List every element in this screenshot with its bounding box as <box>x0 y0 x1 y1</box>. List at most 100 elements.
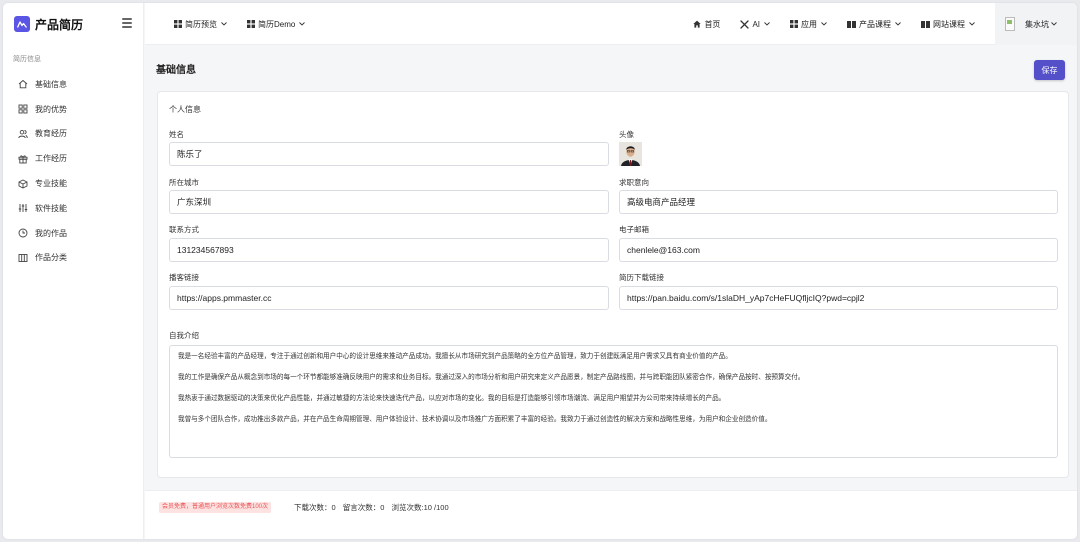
phone-input[interactable]: 131234567893 <box>169 238 609 262</box>
blog-link-label: 播客链接 <box>169 273 199 282</box>
nav-label: 简历Demo <box>258 19 296 29</box>
message-count: 留言次数：0 <box>342 503 385 512</box>
nav-label: AI <box>752 19 760 29</box>
nav-web-courses[interactable]: 网站课程 <box>921 19 975 30</box>
email-input[interactable]: chenlele@163.com <box>619 238 1058 262</box>
nav-apps[interactable]: 应用 <box>790 19 827 30</box>
app-window: 产品简历 简历信息 基础信息 我的优势 教育经历 工作经历 专业技能 软件技能 … <box>2 2 1078 540</box>
top-nav-left: 简历预览 简历Demo <box>174 3 325 45</box>
footer-bar: 会员免费，普通用户浏览次数免费100次 下载次数：0 留言次数：0 浏览次数:1… <box>145 490 1077 539</box>
view-count: 浏览次数:10 /100 <box>391 503 449 512</box>
users-icon <box>18 129 28 139</box>
book-icon <box>847 20 856 28</box>
intro-paragraph: 我的工作是确保产品从概念到市场的每一个环节都能够准确反映用户的需求和业务目标。我… <box>178 374 805 381</box>
grid-icon <box>174 20 182 28</box>
nav-label: 网站课程 <box>933 19 965 29</box>
grid-icon <box>18 104 28 114</box>
intro-paragraph: 我热衷于通过数据驱动的决策来优化产品性能，并通过敏捷的方法论来快速迭代产品，以应… <box>178 395 726 402</box>
sidebar-menu: 基础信息 我的优势 教育经历 工作经历 专业技能 软件技能 我的作品 作品分类 <box>3 72 143 270</box>
top-nav-right: 首页 AI 应用 产品课程 网站课程 集水坑 <box>693 3 1077 45</box>
nav-label: 应用 <box>801 19 817 29</box>
chevron-down-icon <box>221 22 227 26</box>
job-intent-input[interactable]: 高级电商产品经理 <box>619 190 1058 214</box>
sidebar-item-works[interactable]: 我的作品 <box>3 221 143 246</box>
portrait-photo <box>619 142 642 166</box>
nav-home[interactable]: 首页 <box>693 19 720 30</box>
sidebar-item-work[interactable]: 工作经历 <box>3 146 143 171</box>
intro-paragraph: 我是一名经验丰富的产品经理，专注于通过创新和用户中心的设计思维来推动产品成功。我… <box>178 353 732 360</box>
chevron-down-icon <box>764 22 770 26</box>
name-label: 姓名 <box>169 130 184 139</box>
user-name-wrap: 集水坑 <box>1025 19 1057 30</box>
chevron-down-icon <box>969 22 975 26</box>
home-icon <box>693 20 702 28</box>
nav-resume-demo[interactable]: 简历Demo <box>247 19 306 30</box>
top-navbar: 简历预览 简历Demo 首页 AI 应用 产品课程 网站课程 集水坑 <box>145 3 1077 45</box>
home-icon <box>18 79 28 89</box>
sliders-icon <box>18 203 28 213</box>
city-label: 所在城市 <box>169 178 199 187</box>
intro-textarea[interactable]: 我是一名经验丰富的产品经理，专注于通过创新和用户中心的设计思维来推动产品成功。我… <box>169 345 1058 458</box>
nav-label: 产品课程 <box>859 19 891 29</box>
columns-icon <box>18 253 28 263</box>
sidebar-item-label: 软件技能 <box>35 203 67 213</box>
chevron-down-icon <box>1051 22 1057 26</box>
sidebar-item-label: 专业技能 <box>35 179 67 189</box>
chevron-down-icon <box>895 22 901 26</box>
name-input[interactable]: 陈乐了 <box>169 142 609 166</box>
sidebar: 产品简历 简历信息 基础信息 我的优势 教育经历 工作经历 专业技能 软件技能 … <box>3 3 144 539</box>
sidebar-item-professional-skills[interactable]: 专业技能 <box>3 171 143 196</box>
user-name: 集水坑 <box>1025 19 1049 29</box>
section-title: 个人信息 <box>169 105 201 114</box>
brand-logo-icon <box>14 16 30 32</box>
save-button[interactable]: 保存 <box>1034 60 1065 80</box>
intro-paragraph: 我曾与多个团队合作，成功推出多款产品，并在产品生命周期管理、用户体验设计、技术协… <box>178 416 772 423</box>
avatar <box>1005 17 1015 31</box>
sidebar-item-label: 基础信息 <box>35 79 67 89</box>
sidebar-item-label: 作品分类 <box>35 253 67 263</box>
chevron-down-icon <box>299 22 306 26</box>
sidebar-item-work-categories[interactable]: 作品分类 <box>3 246 143 271</box>
basic-info-form: 个人信息 姓名 陈乐了 头像 所在城市 广东深圳 求职意向 高级电商产品经理 联… <box>157 91 1069 478</box>
sidebar-item-label: 我的作品 <box>35 228 67 238</box>
sidebar-item-label: 工作经历 <box>35 154 67 164</box>
resume-link-label: 简历下载链接 <box>619 273 664 282</box>
nav-resume-preview[interactable]: 简历预览 <box>174 19 227 30</box>
sidebar-item-education[interactable]: 教育经历 <box>3 122 143 147</box>
brand[interactable]: 产品简历 <box>14 15 83 33</box>
user-menu[interactable]: 集水坑 <box>995 3 1077 45</box>
blog-link-input[interactable]: https://apps.pmmaster.cc <box>169 286 609 310</box>
sidebar-item-label: 我的优势 <box>35 104 67 114</box>
nav-product-courses[interactable]: 产品课程 <box>847 19 901 30</box>
clock-icon <box>18 228 28 238</box>
sidebar-group-title: 简历信息 <box>13 56 41 63</box>
gift-icon <box>18 154 28 164</box>
page-title: 基础信息 <box>156 65 196 76</box>
nav-label: 简历预览 <box>185 19 217 29</box>
intro-label: 自我介绍 <box>169 331 199 340</box>
book-icon <box>921 20 930 28</box>
nav-label: 首页 <box>704 19 721 29</box>
city-input[interactable]: 广东深圳 <box>169 190 609 214</box>
brand-name: 产品简历 <box>35 17 84 32</box>
chevron-down-icon <box>821 22 827 26</box>
download-count: 下载次数：0 <box>294 503 336 512</box>
sidebar-item-label: 教育经历 <box>35 129 67 139</box>
tools-icon <box>740 19 750 29</box>
sidebar-item-strengths[interactable]: 我的优势 <box>3 97 143 122</box>
nav-ai[interactable]: AI <box>740 20 770 29</box>
email-label: 电子邮箱 <box>619 225 649 234</box>
sidebar-item-basic-info[interactable]: 基础信息 <box>3 72 143 97</box>
menu-toggle-icon[interactable] <box>122 18 132 30</box>
stats: 下载次数：0 留言次数：0 浏览次数:10 /100 <box>294 502 454 513</box>
phone-label: 联系方式 <box>169 225 199 234</box>
job-intent-label: 求职意向 <box>619 178 649 187</box>
grid-icon <box>790 20 798 28</box>
resume-link-input[interactable]: https://pan.baidu.com/s/1slaDH_yAp7cHeFU… <box>619 286 1058 310</box>
grid-icon <box>247 20 255 28</box>
vip-notice-badge: 会员免费，普通用户浏览次数免费100次 <box>159 502 272 513</box>
avatar-label: 头像 <box>619 130 634 139</box>
cube-icon <box>18 179 28 189</box>
sidebar-item-software-skills[interactable]: 软件技能 <box>3 196 143 221</box>
avatar-upload[interactable] <box>619 142 642 166</box>
